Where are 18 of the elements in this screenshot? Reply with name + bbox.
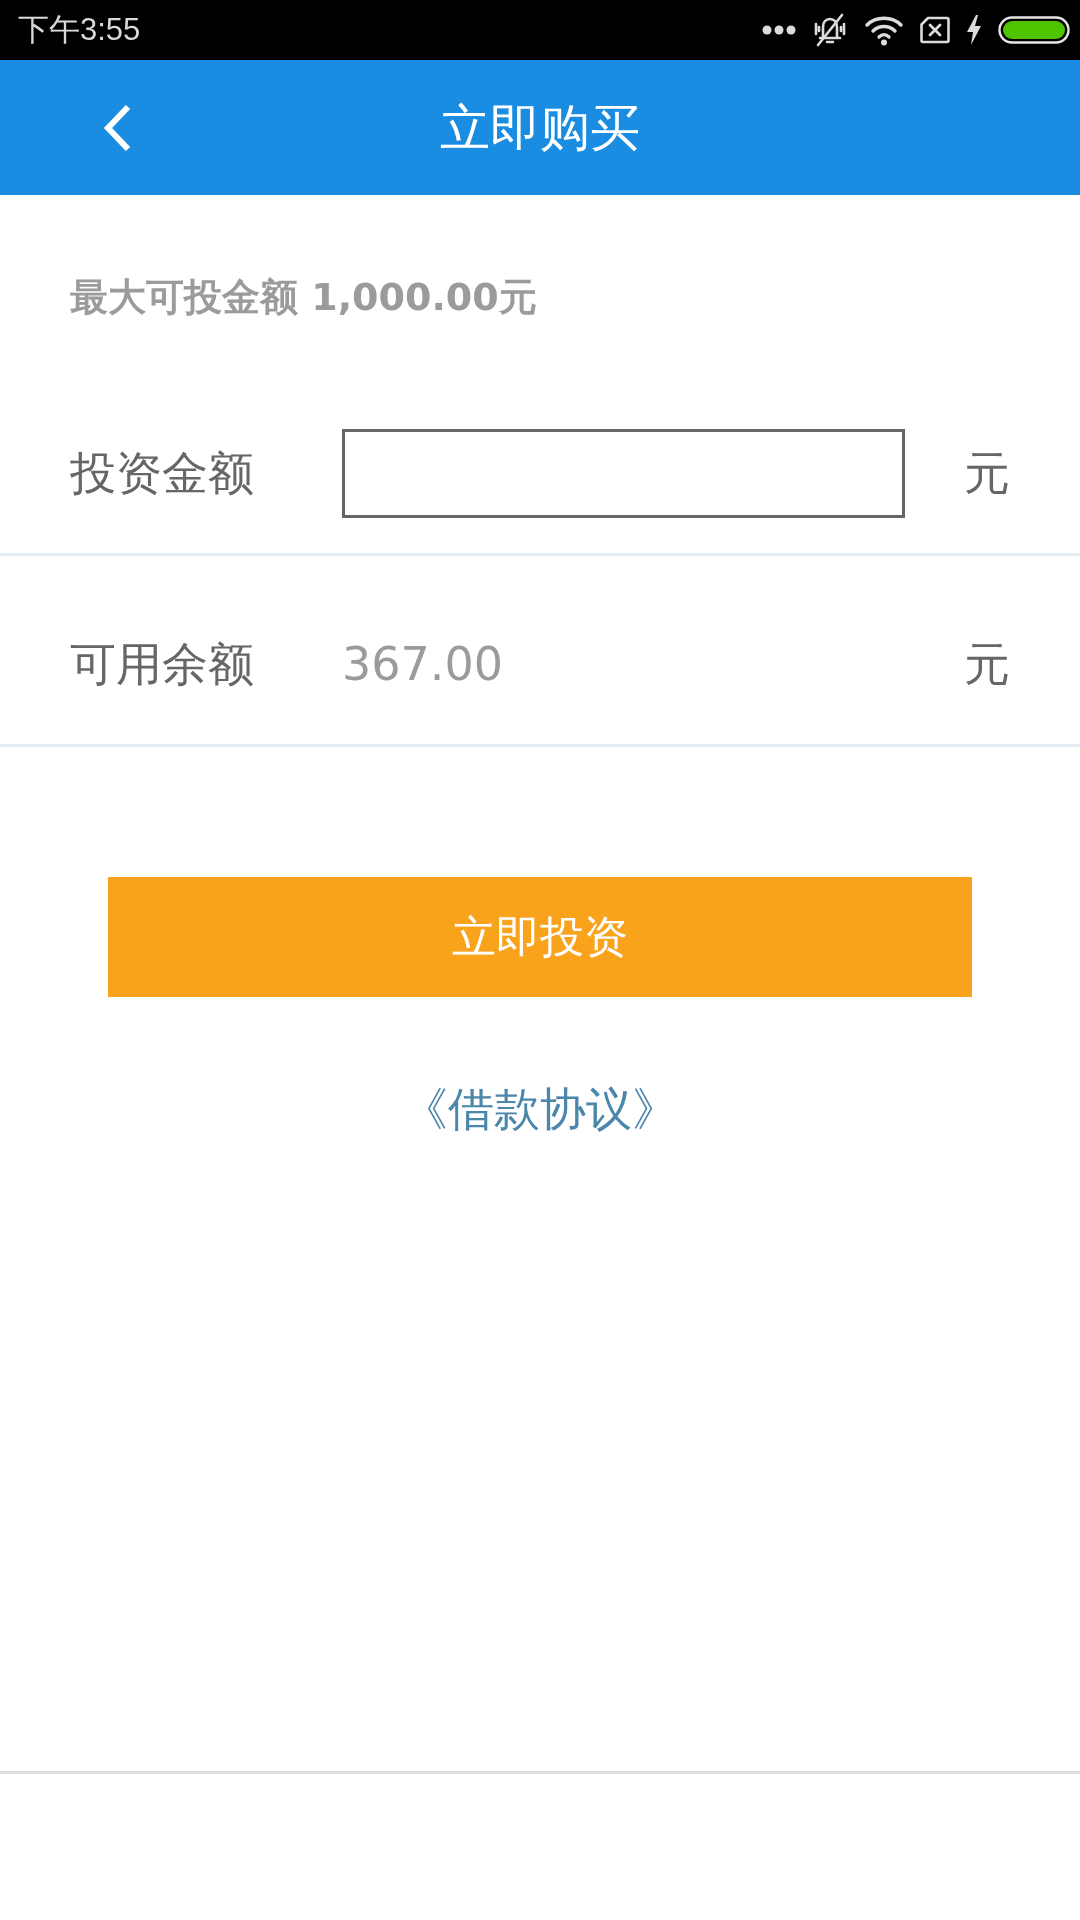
max-amount-text: 最大可投金额 1,000.00元: [70, 274, 537, 321]
back-chevron-icon: [102, 103, 132, 152]
field-label: 可用余额: [70, 636, 255, 693]
sim-x-icon: [920, 16, 950, 44]
balance-value: 367.00: [342, 636, 504, 693]
agreement-link[interactable]: 《借款协议》: [402, 1079, 678, 1139]
battery-icon: [998, 16, 1070, 44]
wifi-icon: [864, 14, 904, 46]
more-dots-icon: [762, 25, 796, 35]
unit-label: 元: [964, 445, 1010, 502]
status-time: 下午3:55: [18, 11, 141, 49]
invest-button[interactable]: 立即投资: [108, 877, 972, 997]
bell-muted-icon: [812, 12, 848, 48]
amount-input[interactable]: [342, 428, 905, 518]
unit-label: 元: [964, 636, 1010, 693]
field-label: 投资金额: [70, 445, 255, 502]
page-title: 立即购买: [440, 97, 640, 159]
charging-bolt-icon: [966, 15, 982, 45]
